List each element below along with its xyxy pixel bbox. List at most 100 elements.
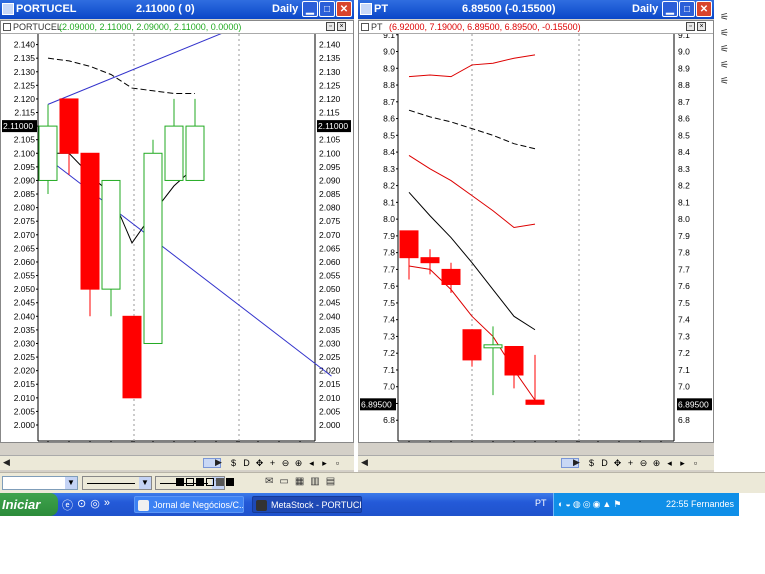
y-tick-label-right: 7.9	[678, 231, 690, 241]
y-tick-label-right: 2.055	[319, 271, 341, 281]
style-black-swatch[interactable]	[196, 478, 204, 486]
color-select[interactable]: ▼	[2, 476, 78, 490]
inner-restore-button[interactable]: ▫	[326, 22, 335, 31]
zoom-out-icon[interactable]: ⊖	[638, 458, 649, 469]
y-tick-label-left: 7.6	[383, 281, 395, 291]
ie-icon[interactable]: ⓔ	[62, 497, 73, 513]
inner-close-button[interactable]: ×	[697, 22, 706, 31]
chevron-down-icon: ▼	[139, 477, 151, 489]
tool-icon-1[interactable]: ⚟	[720, 10, 729, 26]
y-tick-label-left: 8.6	[383, 114, 395, 124]
candle-body	[525, 399, 545, 405]
horizontal-scrollbar[interactable]: ◀ ▶ $ D ✥ + ⊖ ⊕ ◂ ▸ ▫	[358, 455, 714, 470]
scroll-fwd-icon[interactable]: ▸	[677, 458, 688, 469]
scroll-d-icon[interactable]: D	[599, 458, 610, 468]
style-black-swatch[interactable]	[176, 478, 184, 486]
inner-title-bar: PORTUCEL (2.09000, 2.11000, 2.09000, 2.1…	[1, 21, 353, 34]
pt-chart-window[interactable]: PT 6.89500 (-0.15500) Daily ▁ □ ✕ PT (6.…	[358, 0, 714, 472]
window-price: 6.89500 (-0.15500)	[462, 3, 556, 15]
zoom-reset-icon[interactable]: ⊕	[293, 458, 304, 469]
window-icon[interactable]: ▭	[279, 476, 288, 487]
scroll-back-icon[interactable]: ◂	[664, 458, 675, 469]
tool-icon-2[interactable]: ⚟	[720, 26, 729, 42]
inner-symbol: PT	[371, 22, 383, 32]
metastock-icon	[256, 500, 267, 511]
scroll-fwd-icon[interactable]: ▸	[319, 458, 330, 469]
y-tick-label-right: 9.0	[678, 47, 690, 57]
candle-body	[483, 344, 503, 349]
start-button[interactable]: Iniciar	[0, 493, 58, 516]
scroll-dollar-icon[interactable]: $	[586, 458, 597, 468]
line-style-select[interactable]: ▼	[82, 476, 152, 490]
outlook-icon[interactable]: ⊙	[77, 497, 86, 513]
scroll-end-icon[interactable]: ▫	[332, 458, 343, 468]
envelope-icon[interactable]: ✉	[265, 476, 273, 487]
pt-chart-area[interactable]: PT (6.92000, 7.19000, 6.89500, 6.89500, …	[358, 20, 714, 443]
taskbar-item-metastock[interactable]: MetaStock - PORTUCEL	[252, 496, 362, 513]
pt-price-chart: 9.1 9.1 9.0 9.0 8.9 8.9 8.8 8.8 8.7 8.7 8.6 8.6 8.5 8…	[360, 34, 712, 442]
scroll-dollar-icon[interactable]: $	[228, 458, 239, 468]
chevron-right-icon[interactable]: »	[104, 497, 110, 513]
y-tick-label-right: 2.010	[319, 393, 341, 403]
pt-titlebar[interactable]: PT 6.89500 (-0.15500) Daily ▁ □ ✕	[358, 0, 714, 19]
y-tick-label-left: 2.075	[14, 216, 36, 226]
y-tick-label-right: 2.060	[319, 257, 341, 267]
portucel-chart-area[interactable]: PORTUCEL (2.09000, 2.11000, 2.09000, 2.1…	[0, 20, 354, 443]
tray-icons[interactable]: ◐◒◍◎◉▲⚑	[558, 493, 623, 516]
y-tick-label-left: 8.5	[383, 130, 395, 140]
style-gray-swatch[interactable]	[216, 478, 224, 486]
close-button[interactable]: ✕	[696, 1, 712, 17]
style-white-swatch[interactable]	[206, 478, 214, 486]
portucel-chart-window[interactable]: PORTUCEL 2.11000 ( 0) Daily ▁ □ ✕ PORTUC…	[0, 0, 354, 472]
style-black-swatch[interactable]	[226, 478, 234, 486]
bars-icon[interactable]: ▥	[310, 476, 319, 487]
y-tick-label-right: 8.7	[678, 97, 690, 107]
minimize-button[interactable]: ▁	[662, 1, 678, 17]
scroll-end-icon[interactable]: ▫	[690, 458, 701, 468]
y-tick-label-left: 7.3	[383, 331, 395, 341]
start-label: Iniciar	[2, 497, 41, 512]
media-icon[interactable]: ◎	[90, 497, 100, 513]
price-tag-right-text: 6.89500	[678, 399, 709, 409]
zoom-in-icon[interactable]: +	[267, 458, 278, 468]
tool-icon-4[interactable]: ⚟	[720, 58, 729, 74]
maximize-button[interactable]: □	[679, 1, 695, 17]
clock: 22:55 Fernandes	[666, 499, 735, 509]
scroll-right-arrow[interactable]: ▶	[571, 457, 582, 468]
inner-close-button[interactable]: ×	[337, 22, 346, 31]
candle-body	[462, 329, 482, 361]
pan-icon[interactable]: ✥	[254, 458, 265, 469]
zoom-in-icon[interactable]: +	[625, 458, 636, 468]
y-tick-label-right: 2.105	[319, 135, 341, 145]
tool-icon-3[interactable]: ⚟	[720, 42, 729, 58]
y-tick-label-left: 2.115	[14, 108, 35, 118]
maximize-button[interactable]: □	[319, 1, 335, 17]
y-tick-label-right: 8.6	[678, 114, 690, 124]
scroll-right-arrow[interactable]: ▶	[213, 457, 224, 468]
tool-icon-5[interactable]: ⚟	[720, 74, 729, 90]
language-indicator[interactable]: PT	[535, 498, 547, 508]
scroll-left-arrow[interactable]: ◀	[1, 457, 12, 468]
grid-icon[interactable]: ▦	[295, 476, 304, 487]
windows-taskbar: Iniciar ⓔ ⊙ ◎ » Jornal de Negócios/C... …	[0, 493, 739, 516]
scroll-back-icon[interactable]: ◂	[306, 458, 317, 469]
minimize-button[interactable]: ▁	[302, 1, 318, 17]
horizontal-scrollbar[interactable]: ◀ ▶ $ D ✥ + ⊖ ⊕ ◂ ▸ ▫	[0, 455, 354, 470]
zoom-out-icon[interactable]: ⊖	[280, 458, 291, 469]
taskbar-item-browser[interactable]: Jornal de Negócios/C...	[134, 496, 244, 513]
chart-icon[interactable]: ▤	[326, 476, 335, 487]
scroll-left-arrow[interactable]: ◀	[359, 457, 370, 468]
close-button[interactable]: ✕	[336, 1, 352, 17]
y-tick-label-left: 7.4	[383, 315, 395, 325]
y-tick-label-right: 8.0	[678, 214, 690, 224]
y-tick-label-left: 2.090	[14, 175, 36, 185]
style-white-swatch[interactable]	[186, 478, 194, 486]
candle-body	[122, 315, 142, 399]
candle-body	[59, 98, 79, 154]
pan-icon[interactable]: ✥	[612, 458, 623, 469]
portucel-titlebar[interactable]: PORTUCEL 2.11000 ( 0) Daily ▁ □ ✕	[0, 0, 354, 19]
zoom-reset-icon[interactable]: ⊕	[651, 458, 662, 469]
y-tick-label-right: 7.3	[678, 331, 690, 341]
scroll-d-icon[interactable]: D	[241, 458, 252, 468]
inner-restore-button[interactable]: ▫	[686, 22, 695, 31]
